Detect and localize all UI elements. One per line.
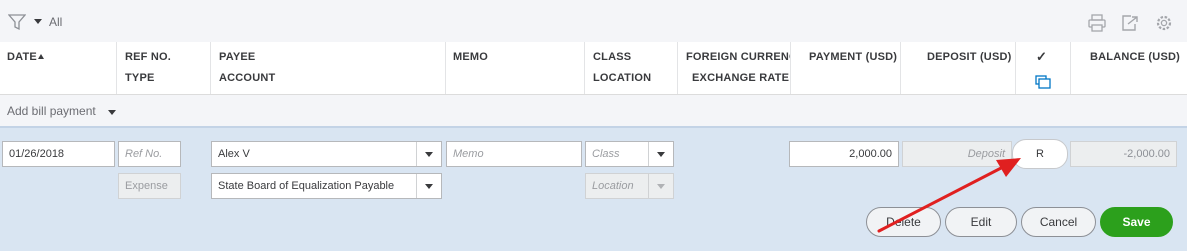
add-bill-payment-button[interactable]: Add bill payment	[7, 104, 96, 118]
column-header-type[interactable]: TYPE	[125, 72, 155, 84]
sort-ascending-icon[interactable]	[38, 54, 44, 59]
column-header-ref-no[interactable]: REF NO.	[125, 51, 171, 63]
location-select: Location	[585, 173, 674, 199]
ref-no-field[interactable]: Ref No.	[118, 141, 181, 167]
column-header-class[interactable]: CLASS	[593, 51, 631, 63]
add-transaction-row: Add bill payment	[0, 95, 1187, 126]
chevron-down-icon[interactable]	[648, 142, 673, 166]
column-header-memo[interactable]: MEMO	[453, 51, 488, 63]
date-field[interactable]: 01/26/2018	[2, 141, 115, 167]
chevron-down-icon	[648, 174, 673, 198]
column-header-account[interactable]: ACCOUNT	[219, 72, 275, 84]
register-toolbar: All	[0, 0, 1187, 42]
column-header-location[interactable]: LOCATION	[593, 72, 651, 84]
export-icon[interactable]	[1121, 14, 1139, 32]
edit-button[interactable]: Edit	[945, 207, 1017, 237]
chevron-down-icon[interactable]	[416, 174, 441, 198]
print-icon[interactable]	[1088, 14, 1106, 32]
column-header-row: DATE REF NO. TYPE PAYEE ACCOUNT MEMO CLA…	[0, 42, 1187, 95]
class-select[interactable]: Class	[585, 141, 674, 167]
column-header-deposit[interactable]: DEPOSIT (USD)	[927, 51, 1012, 63]
account-select[interactable]: State Board of Equalization Payable	[211, 173, 442, 199]
delete-button[interactable]: Delete	[866, 207, 941, 237]
payee-select[interactable]: Alex V	[211, 141, 442, 167]
column-header-payee[interactable]: PAYEE	[219, 51, 255, 63]
account-value: State Board of Equalization Payable	[218, 180, 395, 192]
column-header-foreign-currency[interactable]: FOREIGN CURRENC	[686, 51, 790, 63]
payment-field[interactable]: 2,000.00	[789, 141, 899, 167]
save-button[interactable]: Save	[1100, 207, 1173, 237]
column-header-date[interactable]: DATE	[7, 51, 37, 63]
balance-field: -2,000.00	[1070, 141, 1177, 167]
column-header-balance[interactable]: BALANCE (USD)	[1090, 51, 1180, 63]
class-placeholder: Class	[592, 148, 620, 160]
reconcile-status-button[interactable]: R	[1012, 139, 1068, 169]
deposit-field: Deposit	[902, 141, 1012, 167]
column-header-payment[interactable]: PAYMENT (USD)	[809, 51, 897, 63]
filter-label[interactable]: All	[49, 15, 62, 29]
chevron-down-icon[interactable]	[108, 110, 116, 115]
column-header-exchange-rate[interactable]: EXCHANGE RATE	[692, 72, 789, 84]
memo-field[interactable]: Memo	[446, 141, 582, 167]
cancel-button[interactable]: Cancel	[1021, 207, 1096, 237]
column-header-cleared[interactable]: ✓	[1036, 49, 1047, 65]
chevron-down-icon[interactable]	[34, 19, 42, 24]
filter-icon[interactable]	[8, 14, 26, 31]
gear-icon[interactable]	[1155, 14, 1173, 32]
location-placeholder: Location	[592, 180, 634, 192]
type-field: Expense	[118, 173, 181, 199]
copy-icon[interactable]	[1035, 75, 1051, 89]
payee-value: Alex V	[218, 148, 250, 160]
chevron-down-icon[interactable]	[416, 142, 441, 166]
